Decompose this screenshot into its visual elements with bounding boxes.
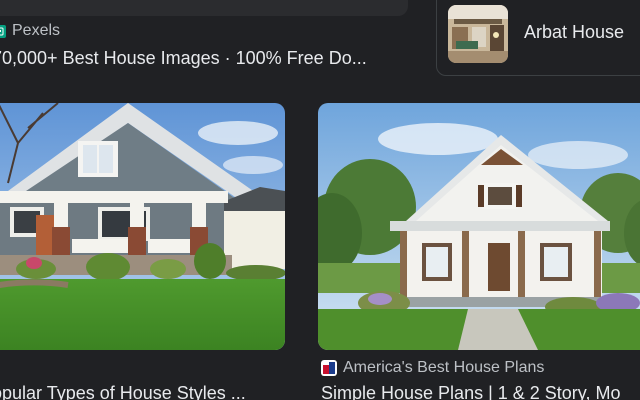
result-title-link[interactable]: 70,000+ Best House Images · 100% Free Do…: [0, 48, 367, 69]
result-title-link[interactable]: Arbat House: [524, 22, 624, 43]
result-source-americas-best-house-plans[interactable]: America's Best House Plans: [321, 359, 544, 377]
related-result-card[interactable]: Arbat House: [436, 0, 640, 76]
result-image-farmhouse[interactable]: [318, 103, 640, 350]
result-title-link[interactable]: opular Types of House Styles ...: [0, 383, 246, 400]
result-source-label: Pexels: [12, 22, 61, 39]
result-image-craftsman-house[interactable]: [0, 103, 285, 350]
image-search-results: Pexels 70,000+ Best House Images · 100% …: [0, 0, 640, 400]
pexels-logo-icon: [0, 24, 6, 38]
result-source-label: America's Best House Plans: [343, 359, 545, 376]
result-image-top-left[interactable]: [0, 0, 408, 16]
americas-best-house-plans-logo-icon: [321, 360, 337, 376]
result-thumbnail[interactable]: [448, 5, 508, 63]
result-title-link[interactable]: Simple House Plans | 1 & 2 Story, Mo: [321, 383, 620, 400]
result-source-pexels[interactable]: Pexels: [0, 22, 60, 40]
